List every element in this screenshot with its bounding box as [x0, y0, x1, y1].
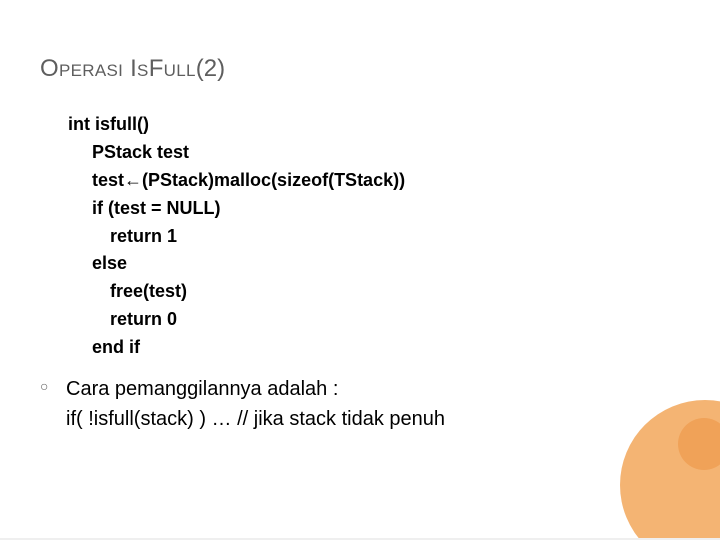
code-block: int isfull() PStack test test←(PStack)ma… [68, 111, 680, 362]
slide: Operasi IsFull(2) int isfull() PStack te… [0, 0, 720, 540]
code-line: PStack test [68, 139, 680, 167]
code-line: if (test = NULL) [68, 195, 680, 223]
bullet-item: ○ Cara pemanggilannya adalah : [40, 374, 680, 404]
bullet-icon: ○ [40, 374, 66, 394]
code-line: int isfull() [68, 114, 149, 134]
code-line: test←(PStack)malloc(sizeof(TStack)) [68, 167, 680, 195]
title-suffix: (2) [196, 55, 225, 82]
code-line: return 0 [68, 306, 680, 334]
code-line: free(test) [68, 278, 680, 306]
code-line: return 1 [68, 223, 680, 251]
bullet-text: Cara pemanggilannya adalah : [66, 374, 338, 404]
title-main: Operasi IsFull [40, 55, 196, 82]
code-line: end if [68, 334, 680, 362]
slide-title: Operasi IsFull(2) [40, 55, 680, 83]
left-arrow-icon: ← [124, 170, 142, 190]
bullet-text-cont: if( !isfull(stack) ) … // jika stack tid… [66, 404, 680, 434]
code-text: test [92, 170, 124, 190]
code-text: (PStack)malloc(sizeof(TStack)) [142, 170, 405, 190]
code-line: else [68, 250, 680, 278]
